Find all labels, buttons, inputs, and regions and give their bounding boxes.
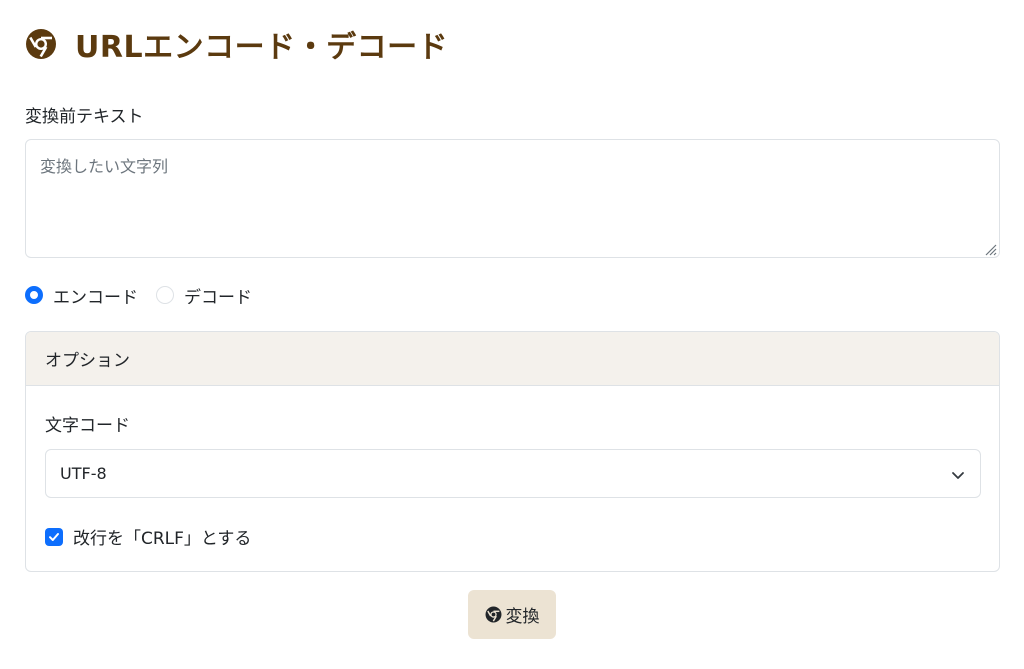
input-textarea-wrapper <box>25 139 1000 258</box>
input-label: 変換前テキスト <box>25 107 144 127</box>
page-title: URLエンコード・デコード <box>75 30 449 65</box>
chevron-down-icon <box>950 467 966 483</box>
radio-encode-circle[interactable] <box>25 286 43 304</box>
options-card-header: オプション <box>26 332 999 386</box>
charset-select[interactable]: UTF-8 <box>45 449 981 498</box>
resize-grip-icon[interactable] <box>983 241 997 256</box>
mode-radio-group: エンコード デコード <box>25 283 270 308</box>
radio-decode-label[interactable]: デコード <box>184 283 252 308</box>
charset-select-value: UTF-8 <box>60 464 107 483</box>
crlf-checkbox-label[interactable]: 改行を「CRLF」とする <box>73 524 251 549</box>
options-card: オプション 文字コード UTF-8 改行を「CRLF」とする <box>25 331 1000 572</box>
aperture-icon <box>485 606 502 623</box>
convert-button-label: 変換 <box>505 607 540 627</box>
input-textarea[interactable] <box>25 139 1000 258</box>
aperture-icon <box>25 28 57 60</box>
checkmark-icon <box>49 532 59 541</box>
radio-encode[interactable]: エンコード <box>25 283 138 308</box>
page-header: URLエンコード・デコード <box>25 24 449 65</box>
radio-encode-label[interactable]: エンコード <box>53 283 138 308</box>
radio-decode[interactable]: デコード <box>156 283 252 308</box>
crlf-checkbox-row[interactable]: 改行を「CRLF」とする <box>45 524 251 549</box>
radio-decode-circle[interactable] <box>156 286 174 304</box>
crlf-checkbox[interactable] <box>45 527 63 546</box>
convert-button[interactable]: 変換 <box>468 590 556 639</box>
options-card-body: 文字コード UTF-8 改行を「CRLF」とする <box>26 386 999 571</box>
charset-label: 文字コード <box>45 416 130 436</box>
